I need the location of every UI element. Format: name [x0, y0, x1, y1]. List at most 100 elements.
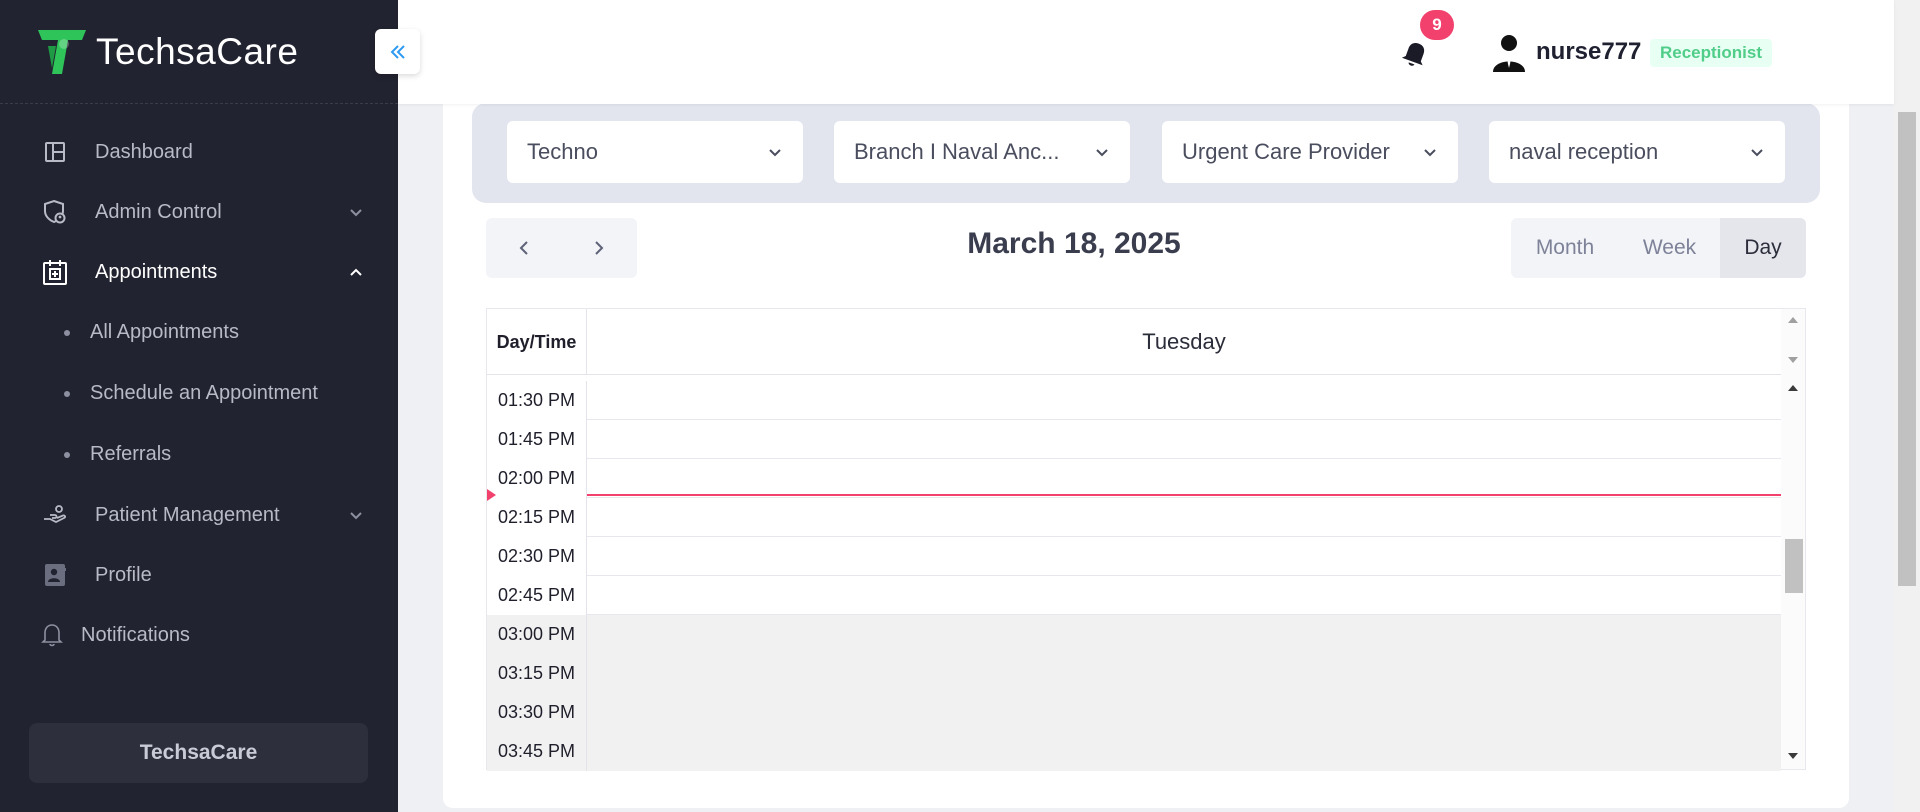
sidebar-subitem-label: All Appointments — [90, 321, 239, 343]
sidebar-footer-brand: TechsaCare — [29, 723, 368, 783]
view-week-button[interactable]: Week — [1619, 218, 1720, 278]
scroll-up-arrow-icon[interactable] — [1787, 383, 1799, 393]
organization-select[interactable]: Techno — [507, 121, 803, 183]
day-column-header: Tuesday — [1142, 329, 1226, 354]
time-slot-cell[interactable] — [587, 693, 1781, 732]
dashboard-icon — [40, 137, 70, 167]
time-column-header: Day/Time — [487, 309, 587, 375]
time-slot-row: 03:45 PM — [487, 732, 1781, 771]
time-slot-cell[interactable] — [587, 576, 1781, 615]
time-slot-row: 02:30 PM — [487, 537, 1781, 576]
time-slot-cell[interactable] — [587, 654, 1781, 693]
sidebar-item-profile[interactable]: Profile — [0, 545, 398, 605]
chevron-down-icon — [350, 209, 362, 217]
select-value: Techno — [527, 139, 598, 164]
top-header: 9 nurse777 Receptionist — [398, 0, 1894, 104]
time-slot-cell[interactable] — [587, 732, 1781, 771]
time-slot-label: 02:45 PM — [487, 576, 587, 615]
calendar-header: Day/Time Tuesday — [487, 309, 1781, 375]
sidebar: TechsaCare Dashboard Admin Control Appoi… — [0, 0, 398, 812]
time-slot-row: 02:15 PM — [487, 498, 1781, 537]
chevron-up-icon — [350, 268, 362, 276]
brand[interactable]: TechsaCare — [0, 0, 398, 104]
time-slot-label: 02:15 PM — [487, 498, 587, 537]
time-slot-rows: 01:30 PM 01:45 PM 02:00 PM 02:15 PM 02:30 PM… — [487, 381, 1781, 771]
sidebar-subitem-label: Referrals — [90, 443, 172, 465]
techsacare-logo-icon — [38, 29, 86, 74]
time-slot-row: 02:00 PM — [487, 459, 1781, 498]
day-calendar: Day/Time Tuesday 01:30 PM 01:45 PM 02:00 P… — [486, 308, 1806, 771]
username[interactable]: nurse777 — [1536, 38, 1641, 66]
contact-card-icon — [40, 560, 70, 590]
chevron-down-icon — [769, 149, 781, 157]
current-time-line — [587, 494, 1781, 496]
time-slot-cell[interactable] — [587, 381, 1781, 420]
hand-care-icon — [40, 500, 70, 530]
time-slot-row: 03:30 PM — [487, 693, 1781, 732]
time-slot-label: 03:15 PM — [487, 654, 587, 693]
scroll-down-arrow-icon[interactable] — [1787, 355, 1799, 365]
sidebar-subitem-referrals[interactable]: Referrals — [0, 424, 398, 485]
view-month-button[interactable]: Month — [1511, 218, 1619, 278]
time-slot-label: 03:00 PM — [487, 615, 587, 654]
time-slot-cell[interactable] — [587, 420, 1781, 459]
bullet-icon — [64, 390, 70, 397]
scroll-down-arrow-icon[interactable] — [1787, 751, 1799, 761]
sidebar-subitem-schedule-appointment[interactable]: Schedule an Appointment — [0, 363, 398, 424]
time-slot-label: 03:45 PM — [487, 732, 587, 771]
brand-name: TechsaCare — [96, 30, 299, 72]
time-slot-label: 02:30 PM — [487, 537, 587, 576]
bullet-icon — [64, 329, 70, 336]
time-slot-row: 03:00 PM — [487, 615, 1781, 654]
time-slot-cell[interactable] — [587, 615, 1781, 654]
chevron-down-icon — [1096, 149, 1108, 157]
sidebar-item-label: Admin Control — [95, 200, 222, 223]
view-day-button[interactable]: Day — [1720, 218, 1806, 278]
chevron-down-icon — [1424, 149, 1436, 157]
chevron-down-icon — [350, 512, 362, 520]
calendar-plus-icon — [40, 257, 70, 287]
time-slot-label: 01:30 PM — [487, 381, 587, 420]
time-slot-cell[interactable] — [587, 537, 1781, 576]
page-scrollbar[interactable] — [1894, 0, 1920, 812]
time-slot-row: 03:15 PM — [487, 654, 1781, 693]
bullet-icon — [64, 451, 70, 458]
collapse-sidebar-button[interactable] — [375, 29, 420, 74]
select-value: Branch I Naval Anc... — [854, 139, 1060, 164]
current-time-marker-icon — [487, 489, 496, 501]
calendar-scrollbar[interactable] — [1781, 309, 1805, 769]
sidebar-subitem-label: Schedule an Appointment — [90, 382, 318, 404]
sidebar-item-notifications[interactable]: Notifications — [0, 605, 398, 665]
shield-user-icon — [40, 197, 70, 227]
sidebar-subitem-all-appointments[interactable]: All Appointments — [0, 302, 398, 363]
role-badge: Receptionist — [1650, 39, 1773, 67]
provider-type-select[interactable]: Urgent Care Provider — [1162, 121, 1458, 183]
time-slot-row: 01:45 PM — [487, 420, 1781, 459]
time-slot-cell[interactable] — [587, 459, 1781, 498]
sidebar-item-patient-management[interactable]: Patient Management — [0, 485, 398, 545]
scroll-thumb[interactable] — [1785, 539, 1803, 593]
scroll-up-arrow-icon[interactable] — [1787, 315, 1799, 325]
sidebar-item-label: Profile — [95, 563, 152, 586]
time-slot-label: 02:00 PM — [487, 459, 587, 498]
sidebar-item-label: Notifications — [81, 623, 190, 646]
sidebar-item-dashboard[interactable]: Dashboard — [0, 122, 398, 182]
page-scroll-thumb[interactable] — [1898, 112, 1916, 586]
sidebar-nav: Dashboard Admin Control Appointments All… — [0, 104, 398, 665]
notification-bell-icon[interactable] — [1400, 38, 1430, 70]
sidebar-item-label: Patient Management — [95, 503, 280, 526]
user-avatar-icon[interactable] — [1492, 34, 1526, 72]
chevron-down-icon — [1751, 149, 1763, 157]
time-slot-cell[interactable] — [587, 498, 1781, 537]
time-slot-label: 01:45 PM — [487, 420, 587, 459]
view-switcher: Month Week Day — [1511, 218, 1806, 278]
chevron-double-left-icon — [390, 44, 405, 59]
time-slot-row: 01:30 PM — [487, 381, 1781, 420]
notification-count-badge: 9 — [1420, 10, 1454, 40]
sidebar-item-label: Appointments — [95, 260, 218, 283]
reception-select[interactable]: naval reception — [1489, 121, 1785, 183]
select-value: naval reception — [1509, 139, 1659, 164]
branch-select[interactable]: Branch I Naval Anc... — [834, 121, 1130, 183]
time-slot-row: 02:45 PM — [487, 576, 1781, 615]
select-value: Urgent Care Provider — [1182, 139, 1390, 164]
